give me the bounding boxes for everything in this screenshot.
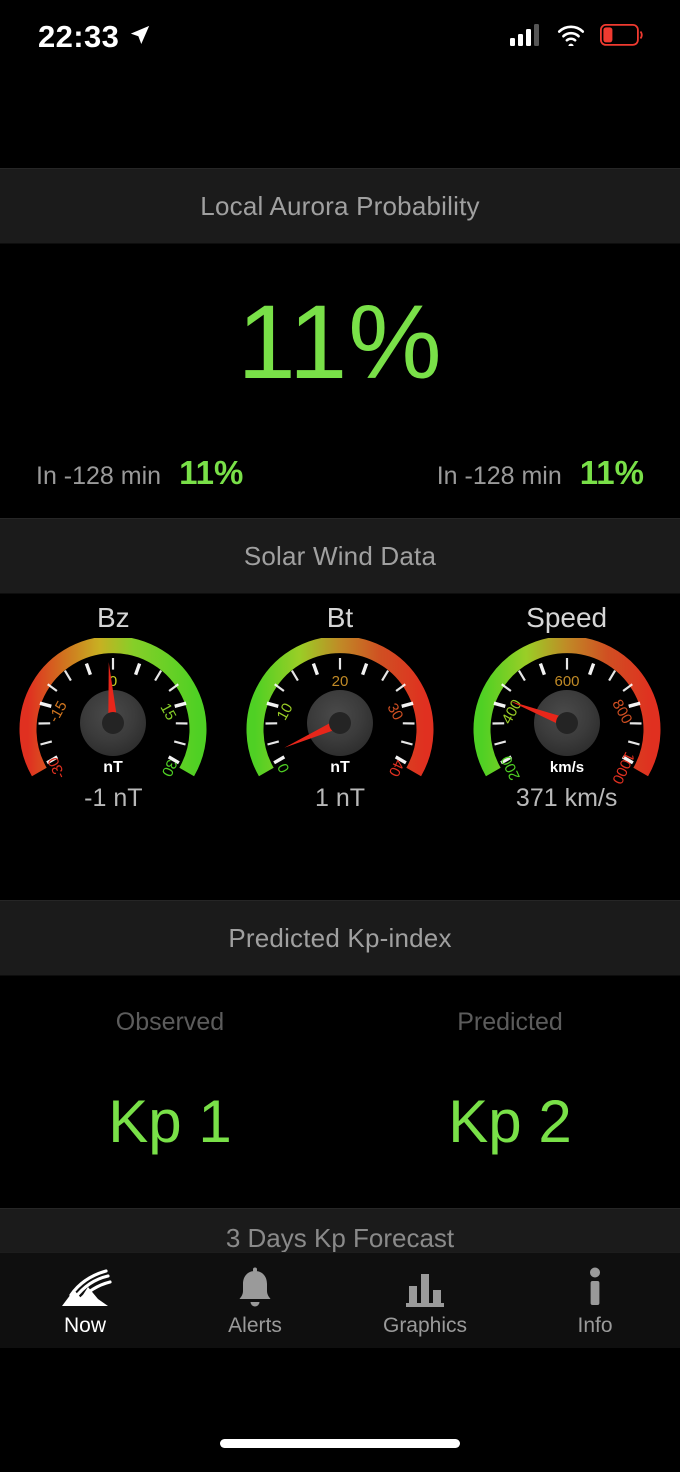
gauge-speed-title: Speed	[526, 602, 608, 633]
tab-bar: Now Alerts Graphics Info	[0, 1252, 680, 1348]
gauge-bz: Bz -30 -15 0 15 30 nT -1 nT	[7, 602, 219, 813]
aurora-forecast-right-label: In -128 min	[436, 462, 562, 490]
gauge-speed-dial: 200 400 600 800 1000 km/s	[473, 638, 661, 787]
gauge-bz-tick--30: -30	[45, 754, 70, 781]
tab-alerts[interactable]: Alerts	[170, 1264, 340, 1338]
bell-icon	[233, 1264, 277, 1310]
gauge-bz-tick-15: 15	[157, 700, 180, 723]
kp-predicted-label: Predicted	[457, 1008, 563, 1036]
kp-observed-column: Observed	[0, 1008, 340, 1037]
gauge-bz-dial: -30 -15 0 15 30 nT	[19, 638, 207, 781]
battery-low-icon	[599, 23, 644, 51]
home-indicator[interactable]	[220, 1439, 460, 1448]
kp-predicted-value: Kp 2	[448, 1088, 572, 1155]
gauge-bz-unit: nT	[104, 759, 124, 776]
gauge-bt-value: 1 nT	[314, 784, 365, 812]
gauge-bz-tick--15: -15	[46, 698, 71, 725]
kp-section: Predicted Kp-index Observed Predicted Kp…	[0, 900, 680, 1172]
status-time: 22:33	[38, 19, 120, 54]
tab-alerts-label: Alerts	[228, 1313, 282, 1337]
wifi-icon	[556, 24, 586, 51]
aurora-forecast-row: In -128 min 11% In -128 min 11%	[0, 454, 680, 492]
aurora-current-probability: 11%	[237, 284, 443, 401]
gauge-speed-value: 371 km/s	[515, 784, 618, 812]
cellular-signal-icon	[510, 23, 542, 51]
gauge-bz-title: Bz	[96, 602, 130, 633]
kp-panel: Observed Predicted Kp 1 Kp 2	[0, 976, 680, 1172]
aurora-forecast-left-value: 11%	[179, 454, 244, 491]
aurora-probability-panel: 11% In -128 min 11% In -128 min 11%	[0, 244, 680, 518]
tab-now[interactable]: Now	[0, 1264, 170, 1338]
tab-graphics-label: Graphics	[382, 1313, 468, 1337]
status-bar-left: 22:33	[38, 19, 151, 55]
aurora-section-title: Local Aurora Probability	[200, 190, 480, 221]
gauge-bt: Bt 0 10 20 30 40 nT 1 nT	[234, 602, 446, 813]
location-arrow-icon	[129, 24, 151, 51]
tab-now-label: Now	[63, 1313, 106, 1337]
gauge-bt-tick-10: 10	[274, 700, 297, 723]
aurora-section-header: Local Aurora Probability	[0, 168, 680, 244]
gauge-bt-dial: 0 10 20 30 40 nT	[246, 638, 434, 779]
status-bar: 22:33	[0, 0, 680, 74]
tab-info[interactable]: Info	[510, 1264, 680, 1338]
solar-wind-section: Solar Wind Data Bz -30 -15 0 15 30 nT -1…	[0, 518, 680, 900]
solar-wind-gauges: Bz -30 -15 0 15 30 nT -1 nT Bt 0 10 20 3…	[0, 594, 680, 900]
aurora-icon	[58, 1264, 112, 1310]
kp-observed-label: Observed	[115, 1008, 225, 1036]
kp-section-header: Predicted Kp-index	[0, 900, 680, 976]
gauge-speed-tick-600: 600	[554, 673, 579, 690]
app-screen: 22:33 Local Aurora Probability 11% In -1…	[0, 0, 680, 1472]
solar-wind-section-title: Solar Wind Data	[243, 540, 437, 571]
aurora-forecast-left: In -128 min 11%	[36, 454, 243, 492]
kp-section-title: Predicted Kp-index	[228, 922, 452, 953]
gauge-bz-value: -1 nT	[84, 784, 143, 812]
gauge-speed-unit: km/s	[550, 759, 584, 776]
gauge-bt-unit: nT	[330, 759, 350, 776]
gauge-bt-tick-30: 30	[383, 700, 406, 723]
aurora-forecast-left-label: In -128 min	[36, 462, 162, 490]
tab-info-label: Info	[577, 1313, 613, 1337]
tab-graphics[interactable]: Graphics	[340, 1264, 510, 1338]
gauge-speed: Speed 200 400 600 800 1000 km/s 371 km/s	[461, 602, 673, 813]
gauge-bt-title: Bt	[326, 602, 354, 633]
kp-observed-value: Kp 1	[108, 1088, 232, 1155]
kp-predicted-column: Predicted	[340, 1008, 680, 1037]
solar-wind-section-header: Solar Wind Data	[0, 518, 680, 594]
aurora-forecast-right: In -128 min 11%	[437, 454, 644, 492]
aurora-forecast-right-value: 11%	[579, 454, 644, 491]
gauge-bt-tick-20: 20	[332, 673, 349, 690]
status-bar-right	[510, 23, 644, 51]
forecast-section-title: 3 Days Kp Forecast	[225, 1223, 455, 1253]
bar-chart-icon	[403, 1264, 447, 1310]
aurora-section: Local Aurora Probability 11% In -128 min…	[0, 168, 680, 518]
info-icon	[582, 1264, 608, 1310]
gauge-speed-tick-200: 200	[498, 753, 524, 783]
gauge-speed-tick-1000: 1000	[608, 749, 638, 786]
